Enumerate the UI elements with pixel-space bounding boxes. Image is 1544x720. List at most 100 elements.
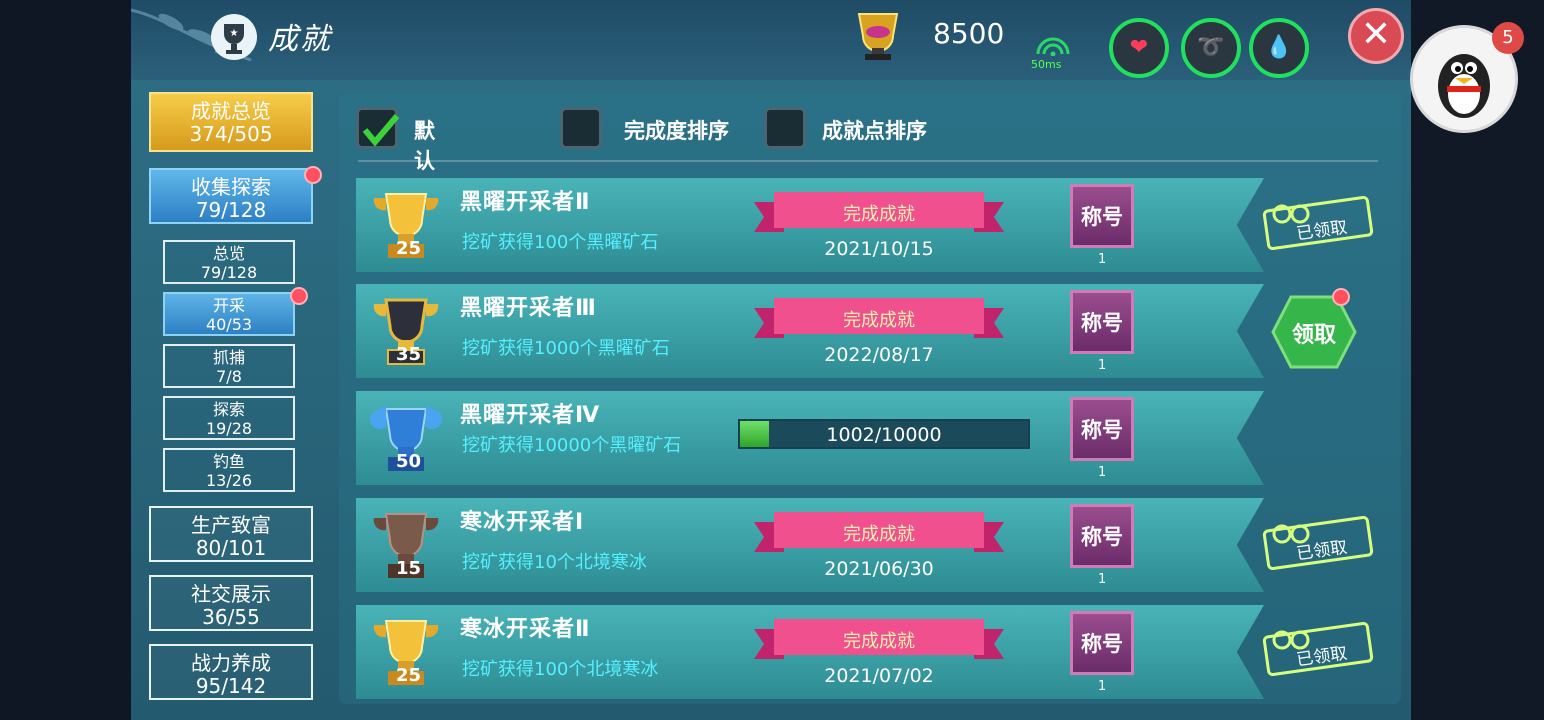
tab-production-progress: 80/101 bbox=[195, 536, 267, 560]
tab-social-progress: 36/55 bbox=[202, 605, 260, 629]
completion-date: 2021/10/15 bbox=[824, 238, 934, 260]
title-reward-count: 1 bbox=[1098, 252, 1107, 267]
tab-social-label: 社交展示 bbox=[191, 582, 271, 606]
left-backdrop bbox=[0, 0, 131, 720]
status-label: 完成成就 bbox=[843, 310, 915, 331]
sort-completion-label: 完成度排序 bbox=[624, 119, 729, 143]
title-reward-label: 称号 bbox=[1081, 205, 1123, 229]
heart-icon: ❤ bbox=[1129, 35, 1149, 60]
page-title: 成就 bbox=[268, 22, 332, 57]
water-stat-button[interactable]: 💧 bbox=[1249, 18, 1309, 78]
achievement-points: 8500 bbox=[933, 17, 1005, 50]
trophy-icon: ★ bbox=[211, 14, 257, 60]
achievement-points-value: 35 bbox=[396, 344, 422, 365]
completion-date: 2022/08/17 bbox=[824, 344, 934, 366]
arm-icon: ➰ bbox=[1197, 35, 1225, 60]
subtab-explore[interactable]: 探索 19/28 bbox=[163, 396, 295, 440]
claimed-stamp: 已领取 bbox=[1262, 515, 1374, 576]
tab-overview[interactable]: 成就总览 374/505 bbox=[149, 92, 313, 152]
ping-label: 50ms bbox=[1031, 58, 1062, 71]
subtab-progress: 7/8 bbox=[216, 367, 242, 386]
red-dot-badge bbox=[1332, 288, 1350, 306]
title-reward-label: 称号 bbox=[1081, 418, 1123, 442]
achievement-name: 黑曜开采者Ⅱ bbox=[460, 190, 591, 215]
title-reward-badge: 称号 bbox=[1070, 611, 1134, 675]
completion-date: 2021/06/30 bbox=[824, 558, 934, 580]
claimed-stamp: 已领取 bbox=[1262, 195, 1374, 256]
subtab-label: 钓鱼 bbox=[212, 452, 245, 471]
water-drop-icon: 💧 bbox=[1265, 35, 1293, 60]
claim-button[interactable]: 领取 bbox=[1271, 295, 1357, 369]
claimed-stamp: 已领取 bbox=[1262, 621, 1374, 682]
tab-social[interactable]: 社交展示 36/55 bbox=[149, 575, 313, 631]
stamina-stat-button[interactable]: ➰ bbox=[1181, 18, 1241, 78]
tab-collect-explore[interactable]: 收集探索 79/128 bbox=[149, 168, 313, 224]
title-reward-count: 1 bbox=[1098, 358, 1107, 373]
achievement-row[interactable]: 25 黑曜开采者Ⅱ 挖矿获得100个黑曜矿石 完成成就 2021/10/15 称… bbox=[356, 178, 1264, 272]
achievement-desc: 挖矿获得100个黑曜矿石 bbox=[462, 232, 659, 253]
subtab-label: 探索 bbox=[212, 400, 245, 419]
subtab-label: 抓捕 bbox=[212, 348, 245, 367]
achievement-points-value: 25 bbox=[396, 238, 422, 259]
status-label: 完成成就 bbox=[843, 204, 915, 225]
progress-bar: 1002/10000 bbox=[738, 419, 1030, 449]
subtab-fishing[interactable]: 钓鱼 13/26 bbox=[163, 448, 295, 492]
tab-production[interactable]: 生产致富 80/101 bbox=[149, 506, 313, 562]
subtab-progress: 40/53 bbox=[205, 315, 253, 334]
subtab-progress: 79/128 bbox=[200, 263, 258, 282]
tab-power-label: 战力养成 bbox=[191, 651, 271, 675]
achievement-desc: 挖矿获得1000个黑曜矿石 bbox=[462, 338, 670, 359]
subtab-capture[interactable]: 抓捕 7/8 bbox=[163, 344, 295, 388]
tab-collect-label: 收集探索 bbox=[191, 175, 271, 199]
title-reward-label: 称号 bbox=[1081, 311, 1123, 335]
checkbox-box bbox=[764, 107, 806, 149]
notification-count-badge[interactable]: 5 bbox=[1492, 22, 1524, 54]
red-dot-badge bbox=[304, 166, 322, 184]
status-label: 完成成就 bbox=[843, 524, 915, 545]
divider bbox=[358, 160, 1378, 162]
tab-power[interactable]: 战力养成 95/142 bbox=[149, 644, 313, 700]
title-reward-count: 1 bbox=[1098, 465, 1107, 480]
title-reward-label: 称号 bbox=[1081, 632, 1123, 656]
tab-collect-progress: 79/128 bbox=[195, 198, 267, 222]
achievement-points-value: 50 bbox=[396, 451, 422, 472]
achievement-row[interactable]: 50 黑曜开采者Ⅳ 挖矿获得10000个黑曜矿石 1002/10000 称号 1 bbox=[356, 391, 1264, 485]
tab-overview-label: 成就总览 bbox=[191, 99, 271, 123]
achievement-points-value: 15 bbox=[396, 558, 422, 579]
checkmark-icon bbox=[362, 114, 400, 147]
red-dot-badge bbox=[290, 287, 308, 305]
health-stat-button[interactable]: ❤ bbox=[1109, 18, 1169, 78]
achievement-points-value: 25 bbox=[396, 665, 422, 686]
header-bar: ★ 成就 8500 50ms ❤ ➰ 💧 ✕ bbox=[131, 0, 1411, 80]
achievement-name: 寒冰开采者Ⅱ bbox=[460, 617, 591, 642]
achievement-row[interactable]: 15 寒冰开采者Ⅰ 挖矿获得10个北境寒冰 完成成就 2021/06/30 称号… bbox=[356, 498, 1264, 592]
title-reward-badge: 称号 bbox=[1070, 290, 1134, 354]
close-button[interactable]: ✕ bbox=[1348, 8, 1404, 64]
subtab-mining[interactable]: 开采 40/53 bbox=[163, 292, 295, 336]
checkbox-box bbox=[356, 107, 400, 149]
progress-text: 1002/10000 bbox=[826, 424, 942, 446]
checkbox-box bbox=[560, 107, 602, 149]
subtab-label: 开采 bbox=[212, 296, 245, 315]
title-reward-badge: 称号 bbox=[1070, 504, 1134, 568]
wifi-signal-icon bbox=[1036, 37, 1070, 56]
title-reward-label: 称号 bbox=[1081, 525, 1123, 549]
achievement-row[interactable]: 25 寒冰开采者Ⅱ 挖矿获得100个北境寒冰 完成成就 2021/07/02 称… bbox=[356, 605, 1264, 699]
title-reward-badge: 称号 bbox=[1070, 184, 1134, 248]
achievement-row[interactable]: 35 黑曜开采者Ⅲ 挖矿获得1000个黑曜矿石 完成成就 2022/08/17 … bbox=[356, 284, 1264, 378]
subtab-overview[interactable]: 总览 79/128 bbox=[163, 240, 295, 284]
claim-label: 领取 bbox=[1291, 323, 1336, 348]
title-reward-count: 1 bbox=[1098, 679, 1107, 694]
subtab-progress: 13/26 bbox=[205, 471, 253, 490]
svg-text:★: ★ bbox=[230, 28, 239, 39]
completion-date: 2021/07/02 bbox=[824, 665, 934, 687]
achievement-name: 黑曜开采者Ⅲ bbox=[460, 296, 597, 321]
sort-points-label: 成就点排序 bbox=[822, 119, 927, 143]
subtab-label: 总览 bbox=[212, 244, 245, 263]
tab-power-progress: 95/142 bbox=[195, 674, 267, 698]
achievement-cup-icon bbox=[857, 13, 899, 60]
achievement-desc: 挖矿获得100个北境寒冰 bbox=[462, 659, 659, 680]
title-reward-count: 1 bbox=[1098, 572, 1107, 587]
achievement-name: 黑曜开采者Ⅳ bbox=[460, 403, 601, 428]
title-reward-badge: 称号 bbox=[1070, 397, 1134, 461]
